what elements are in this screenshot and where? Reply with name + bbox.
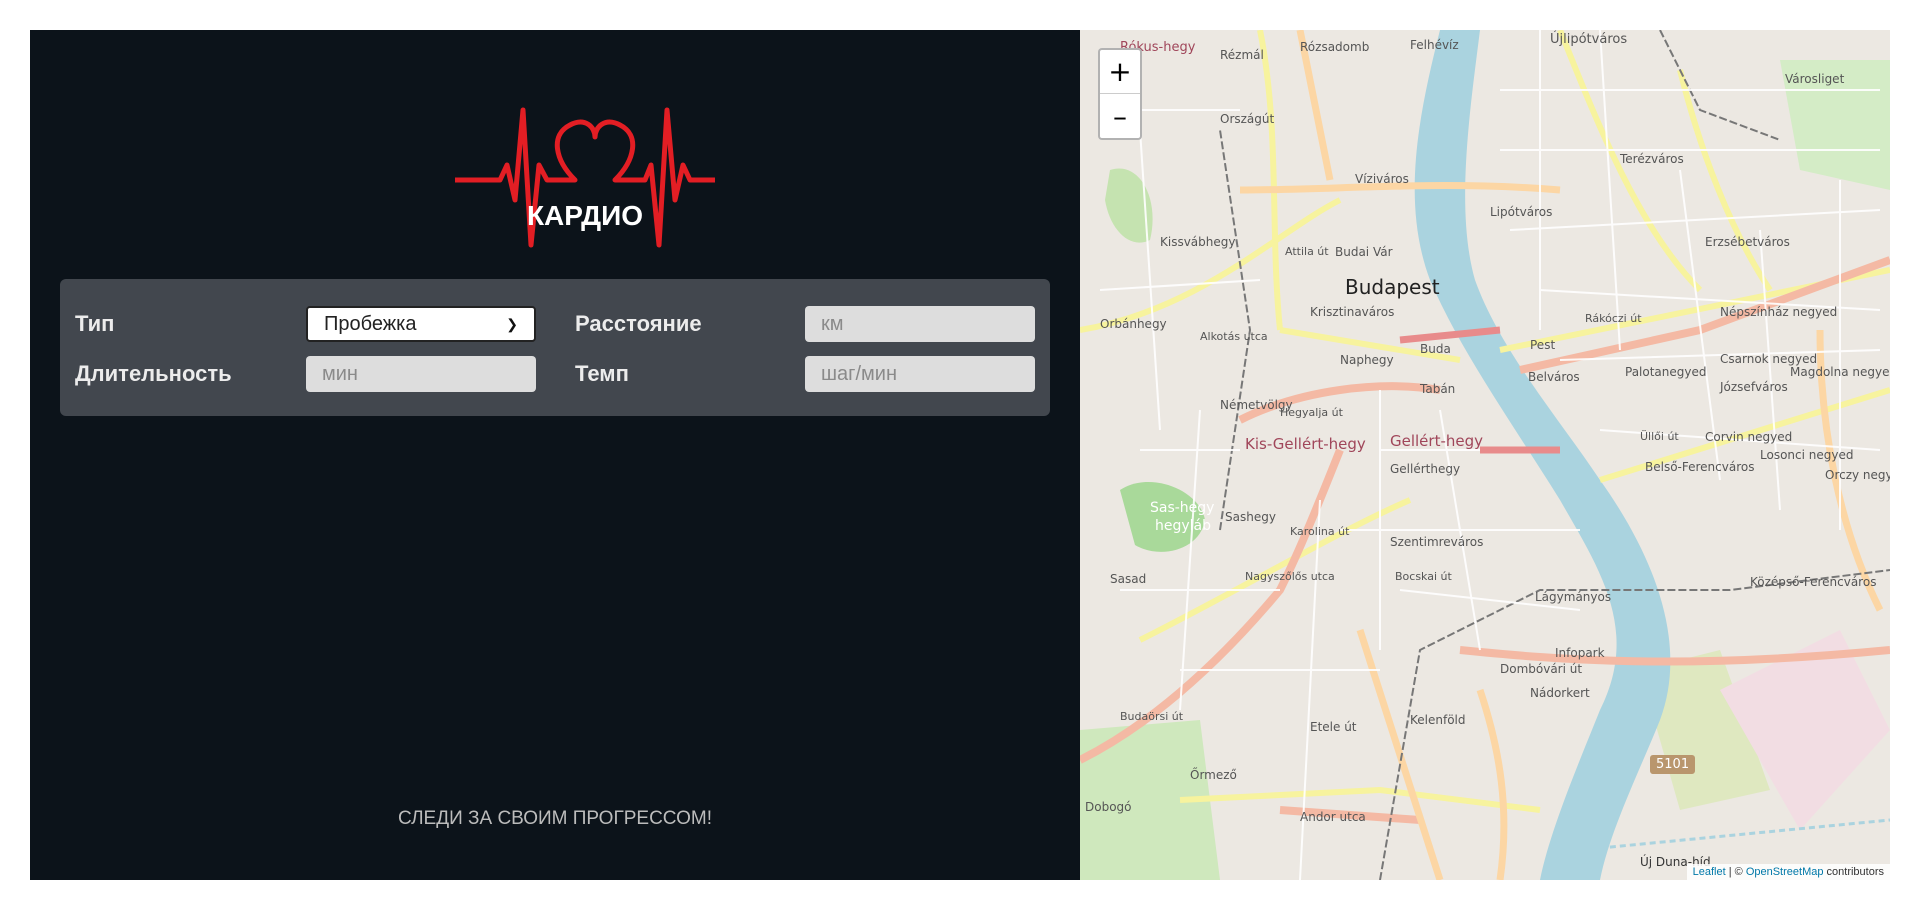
map-label-bocskai: Bocskai út [1395,570,1452,583]
form-row: Тип Пробежка ❯ Расстояние [75,306,1035,342]
attribution-separator: | © [1725,866,1746,878]
map-label-nagyszolos: Nagyszőlős utca [1245,570,1335,583]
map-label-vizivaros: Víziváros [1355,172,1409,186]
map-label-nadorkert: Nádorkert [1530,686,1590,700]
map-label-dombovari: Dombóvári út [1500,662,1583,676]
map-label-rezmal: Rézmál [1220,48,1264,62]
map-label-orszagut: Országút [1220,112,1275,126]
map-label-belvaros: Belváros [1528,370,1580,384]
road-shield-5101: 5101 [1650,755,1696,774]
zoom-control: + – [1098,48,1142,140]
map-label-terezvaros: Terézváros [1620,152,1684,166]
map-label-buda: Buda [1420,342,1451,356]
map-label-rakoczi: Rákóczi út [1585,312,1642,325]
logo: КАРДИО [455,107,715,248]
duration-input[interactable] [306,356,536,392]
workout-form: Тип Пробежка ❯ Расстояние Длительность Т… [60,279,1050,416]
map-label-corvin: Corvin negyed [1705,430,1793,444]
map-label-hegylab: hegyláb [1155,518,1212,534]
map-label-erzsebetvaros: Erzsébetváros [1705,235,1790,249]
map-label-varosliget: Városliget [1785,72,1845,86]
map-label-attila: Attila út [1285,245,1329,258]
map-label-andor: Andor utca [1300,810,1366,824]
map-label-etele: Etele út [1310,720,1357,734]
zoom-out-button[interactable]: – [1100,94,1140,138]
map-label-sashegy: Sashegy [1225,510,1276,524]
map-label-losonci: Losonci negyed [1760,448,1854,462]
map-label-infopark: Infopark [1555,646,1605,660]
zoom-in-button[interactable]: + [1100,50,1140,94]
map-label-orbanhegy: Orbánhegy [1100,317,1167,331]
map-label-ujlipotvaros: Újlipótváros [1550,32,1628,47]
map-label-felheviz: Felhévíz [1410,38,1459,52]
chevron-down-icon: ❯ [506,315,518,332]
map-label-ulloi: Üllői út [1640,430,1679,443]
map-label-orczy: Orczy negy [1825,468,1890,482]
map-label-sas-hegy: Sas-hegy [1150,500,1215,516]
map-label-lagymanyos: Lágymányos [1535,590,1612,604]
map-label-budai-var: Budai Vár [1335,245,1393,259]
map-label-kozepso: Középső-Ferencváros [1750,575,1877,589]
type-select[interactable]: Пробежка ❯ [306,306,536,342]
map-label-csarnok: Csarnok negyed [1720,352,1818,366]
distance-input[interactable] [805,306,1035,342]
pace-label: Темп [575,361,629,386]
map-label-dobogo: Dobogó [1085,800,1132,814]
map-label-budaorsi: Budaörsi út [1120,710,1184,723]
map-label-jozsefvaros: Józsefváros [1720,380,1788,394]
map-label-kis-gellert: Kis-Gellért-hegy [1245,435,1366,453]
map-label-nepszinhaz: Népszínház negyed [1720,305,1838,319]
attribution-tail: contributors [1823,866,1884,878]
map-label-alkotas: Alkotás utca [1200,330,1268,343]
leaflet-link[interactable]: Leaflet [1693,866,1726,878]
map-label-gellerthegy-small: Gellérthegy [1390,462,1461,476]
footer-text: СЛЕДИ ЗА СВОИМ ПРОГРЕССОМ! [397,808,712,829]
duration-label: Длительность [75,361,232,386]
sidebar: КАРДИО Тип Пробежка ❯ Расстояние Длитель… [30,30,1080,880]
map-label-gellert: Gellért-hegy [1390,432,1484,450]
map-label-kissvabhegy: Kissvábhegy [1160,235,1236,249]
map-label-rozsadomb: Rózsadomb [1300,40,1370,54]
map-label-hegyalja: Hegyalja út [1280,406,1343,419]
map-label-naphegy: Naphegy [1340,353,1394,367]
map-label-city: Budapest [1345,275,1440,299]
map[interactable]: Budapest Gellért-hegy Kis-Gellért-hegy S… [1080,30,1890,880]
map-label-karolina: Karolina út [1290,525,1350,538]
openstreetmap-link[interactable]: OpenStreetMap [1746,866,1824,878]
app: КАРДИО Тип Пробежка ❯ Расстояние Длитель… [30,30,1890,880]
map-attribution: Leaflet | © OpenStreetMap contributors [1686,864,1890,880]
map-label-lipotvaros: Lipótváros [1490,205,1553,219]
map-label-magdolna: Magdolna negyed [1790,365,1890,379]
logo-text: КАРДИО [527,200,643,231]
pace-input[interactable] [805,356,1035,392]
map-label-kelenfold: Kelenföld [1410,713,1466,727]
map-label-belso-ferencvaros: Belső-Ferencváros [1645,460,1755,474]
map-label-tabon: Tabán [1420,382,1456,396]
map-label-palotanegyed: Palotanegyed [1625,365,1707,379]
form-row: Длительность Темп [75,356,1035,392]
distance-label: Расстояние [575,311,702,336]
map-label-ormezo: Őrmező [1190,768,1237,782]
map-label-krisztinavaros: Krisztinaváros [1310,305,1395,319]
type-select-value: Пробежка [324,312,417,335]
map-label-sasad: Sasad [1110,572,1147,586]
map-label-szentimrevaros: Szentimreváros [1390,535,1484,549]
map-label-pest: Pest [1530,338,1556,352]
type-label: Тип [75,311,115,336]
